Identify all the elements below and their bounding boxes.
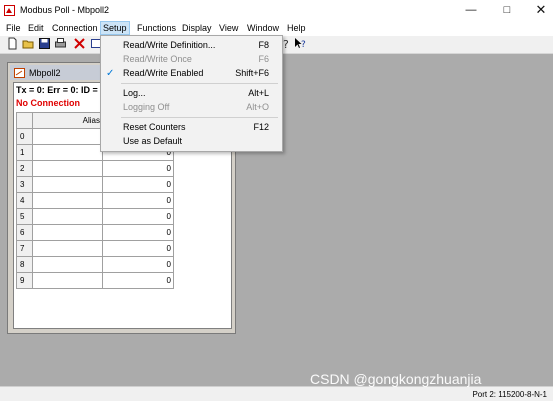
row-index: 3 bbox=[16, 176, 33, 193]
menu-item-label: Logging Off bbox=[123, 102, 170, 112]
menu-separator bbox=[121, 117, 278, 118]
menu-file[interactable]: File bbox=[6, 23, 21, 33]
menu-item-reset-counters[interactable]: Reset Counters F12 bbox=[101, 120, 282, 135]
context-help-icon[interactable]: ? bbox=[294, 37, 307, 50]
close-button[interactable]: ✕ bbox=[533, 3, 549, 17]
watermark: CSDN @gongkongzhuanjia bbox=[310, 371, 482, 387]
menu-item-logging-off: Logging Off Alt+O bbox=[101, 100, 282, 115]
menu-functions[interactable]: Functions bbox=[137, 23, 176, 33]
menu-display[interactable]: Display bbox=[182, 23, 212, 33]
row-index: 5 bbox=[16, 208, 33, 225]
menu-item-read-write-once: Read/Write Once F6 bbox=[101, 52, 282, 67]
alias-cell[interactable] bbox=[32, 256, 103, 273]
setup-dropdown-menu: Read/Write Definition... F8 Read/Write O… bbox=[100, 35, 283, 152]
child-window-title: Mbpoll2 bbox=[29, 68, 61, 78]
row-index: 0 bbox=[16, 128, 33, 145]
corner-cell bbox=[16, 112, 33, 129]
open-folder-icon[interactable] bbox=[22, 37, 35, 50]
value-cell[interactable]: 0 bbox=[102, 208, 174, 225]
svg-text:?: ? bbox=[301, 40, 306, 50]
menu-item-shortcut: Shift+F6 bbox=[235, 68, 269, 78]
table-row[interactable]: 90 bbox=[16, 272, 174, 289]
menu-item-read-write-definition[interactable]: Read/Write Definition... F8 bbox=[101, 38, 282, 53]
alias-cell[interactable] bbox=[32, 224, 103, 241]
menu-edit[interactable]: Edit bbox=[28, 23, 44, 33]
window-title: Modbus Poll - Mbpoll2 bbox=[20, 5, 110, 15]
svg-text:?: ? bbox=[283, 38, 289, 50]
row-index: 4 bbox=[16, 192, 33, 209]
maximize-button[interactable]: □ bbox=[499, 3, 515, 17]
alias-cell[interactable] bbox=[32, 192, 103, 209]
menu-item-shortcut: F12 bbox=[253, 122, 269, 132]
table-row[interactable]: 70 bbox=[16, 240, 174, 257]
row-index: 1 bbox=[16, 144, 33, 161]
row-index: 8 bbox=[16, 256, 33, 273]
menu-item-label: Read/Write Definition... bbox=[123, 40, 216, 50]
status-line: Tx = 0: Err = 0: ID = bbox=[16, 85, 98, 95]
menu-item-use-as-default[interactable]: Use as Default bbox=[101, 134, 282, 149]
table-row[interactable]: 60 bbox=[16, 224, 174, 241]
print-icon[interactable] bbox=[54, 37, 67, 50]
save-icon[interactable] bbox=[38, 37, 51, 50]
connection-status: No Connection bbox=[16, 98, 80, 108]
menu-connection[interactable]: Connection bbox=[52, 23, 98, 33]
alias-cell[interactable] bbox=[32, 272, 103, 289]
menu-item-shortcut: Alt+O bbox=[246, 102, 269, 112]
value-cell[interactable]: 0 bbox=[102, 160, 174, 177]
menu-item-label: Reset Counters bbox=[123, 122, 186, 132]
row-index: 7 bbox=[16, 240, 33, 257]
menu-item-label: Read/Write Once bbox=[123, 54, 192, 64]
menu-view[interactable]: View bbox=[219, 23, 238, 33]
alias-cell[interactable] bbox=[32, 144, 103, 161]
table-row[interactable]: 80 bbox=[16, 256, 174, 273]
menu-item-label: Read/Write Enabled bbox=[123, 68, 204, 78]
value-cell[interactable]: 0 bbox=[102, 256, 174, 273]
row-index: 6 bbox=[16, 224, 33, 241]
value-cell[interactable]: 0 bbox=[102, 176, 174, 193]
document-icon bbox=[14, 68, 25, 78]
status-bar: Port 2: 115200-8-N-1 bbox=[0, 386, 553, 401]
value-cell[interactable]: 0 bbox=[102, 272, 174, 289]
menu-item-label: Use as Default bbox=[123, 136, 183, 146]
value-cell[interactable]: 0 bbox=[102, 192, 174, 209]
alias-cell[interactable] bbox=[32, 128, 103, 145]
alias-cell[interactable] bbox=[32, 240, 103, 257]
alias-column-header: Alias bbox=[32, 112, 103, 129]
minimize-button[interactable]: — bbox=[463, 3, 479, 17]
row-index: 2 bbox=[16, 160, 33, 177]
value-cell[interactable]: 0 bbox=[102, 224, 174, 241]
row-index: 9 bbox=[16, 272, 33, 289]
menu-item-label: Log... bbox=[123, 88, 146, 98]
menu-help[interactable]: Help bbox=[287, 23, 306, 33]
checkmark-icon: ✓ bbox=[106, 68, 115, 79]
menu-window[interactable]: Window bbox=[247, 23, 279, 33]
table-row[interactable]: 40 bbox=[16, 192, 174, 209]
value-cell[interactable]: 0 bbox=[102, 240, 174, 257]
menu-bar: File Edit Connection Setup Functions Dis… bbox=[0, 21, 553, 36]
menu-separator bbox=[121, 83, 278, 84]
title-bar: Modbus Poll - Mbpoll2 — □ ✕ bbox=[0, 0, 553, 21]
table-row[interactable]: 50 bbox=[16, 208, 174, 225]
menu-item-read-write-enabled[interactable]: ✓ Read/Write Enabled Shift+F6 bbox=[101, 66, 282, 81]
alias-cell[interactable] bbox=[32, 208, 103, 225]
port-status: Port 2: 115200-8-N-1 bbox=[472, 390, 547, 399]
menu-item-shortcut: F8 bbox=[258, 40, 269, 50]
alias-cell[interactable] bbox=[32, 176, 103, 193]
menu-item-shortcut: F6 bbox=[258, 54, 269, 64]
menu-item-log[interactable]: Log... Alt+L bbox=[101, 86, 282, 101]
app-icon bbox=[4, 5, 15, 16]
delete-icon[interactable] bbox=[73, 37, 86, 50]
table-row[interactable]: 20 bbox=[16, 160, 174, 177]
menu-setup[interactable]: Setup bbox=[100, 21, 130, 35]
menu-item-shortcut: Alt+L bbox=[248, 88, 269, 98]
new-file-icon[interactable] bbox=[6, 37, 19, 50]
table-row[interactable]: 30 bbox=[16, 176, 174, 193]
alias-cell[interactable] bbox=[32, 160, 103, 177]
